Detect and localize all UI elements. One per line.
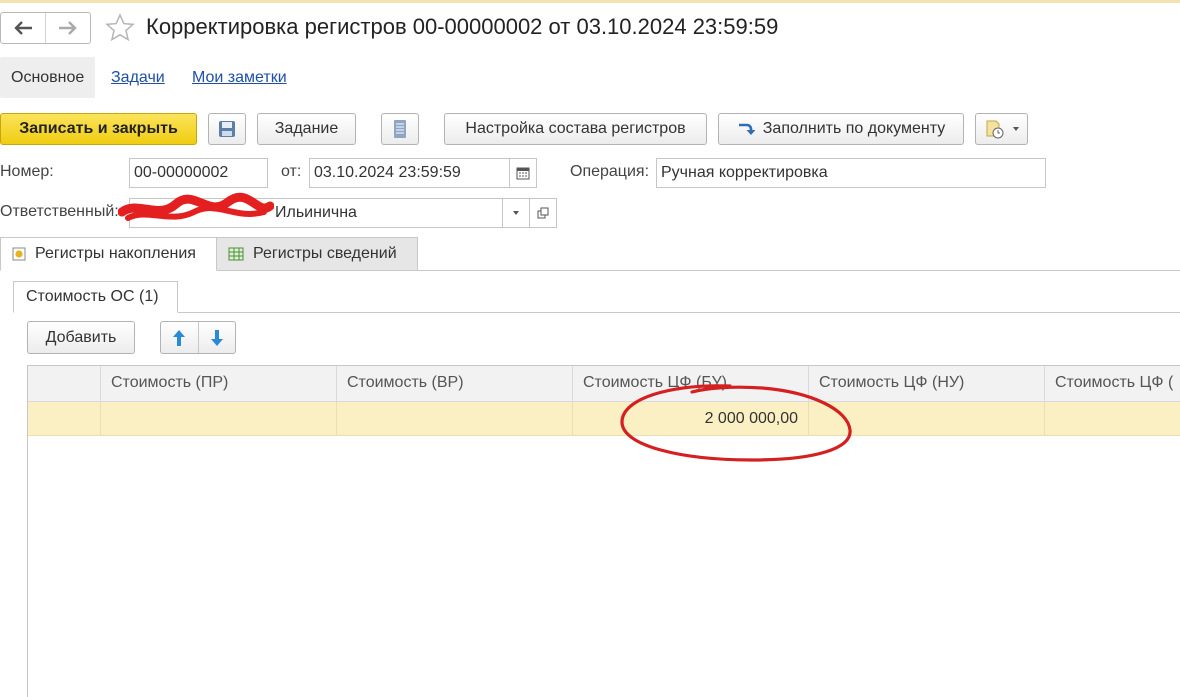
move-down-button[interactable] xyxy=(197,322,236,353)
open-form-icon xyxy=(537,207,549,219)
window-top-border xyxy=(0,0,1180,3)
tab-fixed-asset-cost[interactable]: Стоимость ОС (1) xyxy=(13,281,178,313)
date-field[interactable]: 03.10.2024 23:59:59 xyxy=(309,158,511,188)
table-cell[interactable] xyxy=(337,402,573,435)
arrow-down-icon xyxy=(210,329,223,346)
table-cell[interactable]: 2 000 000,00 xyxy=(573,402,809,435)
chevron-down-icon xyxy=(1012,127,1019,131)
document-clock-icon xyxy=(986,120,1003,139)
table-cell[interactable] xyxy=(101,402,337,435)
add-row-button[interactable]: Добавить xyxy=(27,321,135,354)
arrow-up-icon xyxy=(173,329,186,346)
tab-accumulation-registers[interactable]: Регистры накопления xyxy=(0,237,217,271)
register-settings-button[interactable]: Настройка состава регистров xyxy=(444,113,707,145)
number-field[interactable]: 00-00000002 xyxy=(129,158,268,188)
save-button[interactable] xyxy=(208,113,246,145)
calendar-icon xyxy=(516,167,530,180)
number-label: Номер: xyxy=(0,163,54,180)
column-header[interactable]: Стоимость ЦФ (БУ) xyxy=(573,366,809,402)
move-row-buttons xyxy=(160,321,236,354)
column-header[interactable]: Стоимость (ПР) xyxy=(101,366,337,402)
date-label: от: xyxy=(281,163,302,180)
section-notes[interactable]: Мои заметки xyxy=(192,57,287,98)
section-tasks[interactable]: Задачи xyxy=(111,57,165,98)
back-button[interactable] xyxy=(1,13,45,43)
floppy-disk-icon xyxy=(219,121,235,137)
table-row[interactable]: 2 000 000,00 xyxy=(28,402,1180,436)
tab-accumulation-label: Регистры накопления xyxy=(35,245,196,262)
favorite-star-icon[interactable] xyxy=(104,12,136,44)
table-grid-icon xyxy=(228,247,244,261)
operation-label: Операция: xyxy=(570,163,650,180)
table-cell[interactable] xyxy=(1045,402,1180,435)
document-list-icon xyxy=(394,120,406,138)
arrow-right-icon xyxy=(59,21,77,35)
save-and-close-button[interactable]: Записать и закрыть xyxy=(0,113,197,145)
history-nav xyxy=(0,12,91,44)
section-main[interactable]: Основное xyxy=(0,57,96,98)
tab-info-label: Регистры сведений xyxy=(253,245,397,262)
page-title: Корректировка регистров 00-00000002 от 0… xyxy=(146,14,779,39)
report-button[interactable] xyxy=(381,113,419,145)
table-header: Стоимость (ПР) Стоимость (ВР) Стоимость … xyxy=(28,366,1180,402)
arrow-left-icon xyxy=(14,21,32,35)
tab-info-registers[interactable]: Регистры сведений xyxy=(216,237,418,271)
responsible-field[interactable]: Ильинична xyxy=(129,198,503,228)
move-up-button[interactable] xyxy=(161,322,198,353)
registers-table: Стоимость (ПР) Стоимость (ВР) Стоимость … xyxy=(27,365,1180,697)
responsible-label: Ответственный: xyxy=(0,203,119,220)
column-header[interactable]: Стоимость ЦФ ( xyxy=(1045,366,1180,402)
more-actions-dropdown[interactable] xyxy=(975,113,1028,145)
register-icon xyxy=(12,247,26,261)
column-header[interactable]: Стоимость (ВР) xyxy=(337,366,573,402)
responsible-open-button[interactable] xyxy=(529,198,557,228)
subtab-divider xyxy=(13,312,1180,313)
operation-field[interactable]: Ручная корректировка xyxy=(656,158,1046,188)
calendar-button[interactable] xyxy=(509,158,537,188)
task-button[interactable]: Задание xyxy=(257,113,356,145)
fill-by-document-button[interactable]: Заполнить по документу xyxy=(718,113,964,145)
column-header[interactable]: Стоимость ЦФ (НУ) xyxy=(809,366,1045,402)
chevron-down-icon xyxy=(513,211,519,215)
fill-by-document-label: Заполнить по документу xyxy=(762,120,946,137)
fill-arrow-icon xyxy=(738,123,755,135)
column-header[interactable] xyxy=(28,366,101,402)
forward-button[interactable] xyxy=(45,13,90,43)
responsible-dropdown-button[interactable] xyxy=(502,198,530,228)
table-cell[interactable] xyxy=(28,402,101,435)
table-cell[interactable] xyxy=(809,402,1045,435)
